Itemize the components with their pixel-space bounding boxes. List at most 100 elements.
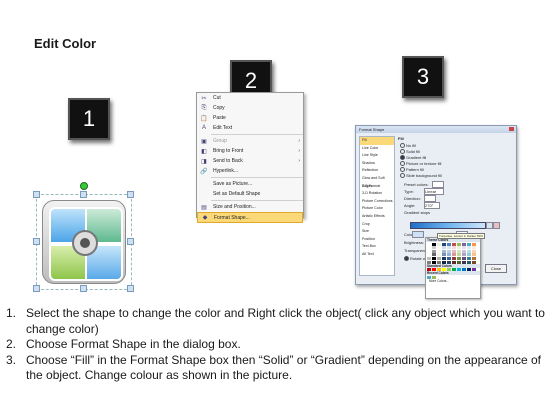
category-item[interactable]: Fill (360, 137, 394, 145)
color-swatch[interactable] (461, 242, 467, 246)
color-swatch[interactable] (466, 246, 472, 250)
color-swatch[interactable] (461, 249, 467, 253)
color-swatch[interactable] (461, 256, 467, 260)
fill-option[interactable]: Solid fill (400, 149, 420, 155)
color-swatch[interactable] (456, 249, 462, 253)
color-swatch[interactable] (466, 260, 472, 264)
color-swatch[interactable] (451, 260, 457, 264)
radio-button[interactable] (400, 167, 405, 173)
rotation-handle[interactable] (80, 182, 88, 190)
color-swatch[interactable] (451, 253, 457, 257)
color-swatch[interactable] (436, 249, 442, 253)
preset-colors-dropdown[interactable] (432, 181, 444, 188)
color-swatch[interactable] (471, 268, 477, 272)
selected-shape-area[interactable] (33, 182, 134, 292)
category-item[interactable]: Text Box (360, 243, 394, 251)
direction-dropdown[interactable] (424, 195, 436, 202)
category-item[interactable]: 3-D Format (360, 183, 394, 191)
angle-input[interactable]: 270° (424, 202, 440, 209)
resize-handle-t[interactable] (80, 191, 87, 198)
color-swatch[interactable] (451, 246, 457, 250)
category-item[interactable]: Artistic Effects (360, 213, 394, 221)
color-swatch[interactable] (461, 268, 467, 272)
color-swatch[interactable] (471, 260, 477, 264)
category-item[interactable]: Picture Color (360, 205, 394, 213)
menu-item[interactable]: Save as Picture... (197, 179, 303, 189)
resize-handle-r[interactable] (127, 238, 134, 245)
color-swatch[interactable] (471, 246, 477, 250)
color-swatch[interactable] (446, 253, 452, 257)
color-swatch[interactable] (427, 242, 432, 246)
color-swatch[interactable] (446, 256, 452, 260)
four-quadrant-shape[interactable] (42, 200, 126, 284)
color-swatch[interactable] (451, 242, 457, 246)
menu-item[interactable]: ⎘ Copy (197, 103, 303, 113)
resize-handle-tr[interactable] (127, 191, 134, 198)
fill-option[interactable]: Gradient fill (400, 155, 426, 161)
color-swatch[interactable] (456, 260, 462, 264)
category-item[interactable]: Position (360, 236, 394, 244)
menu-item[interactable]: 📋 Paste (197, 113, 303, 123)
color-swatch[interactable] (431, 253, 437, 257)
category-item[interactable]: Size (360, 228, 394, 236)
color-swatch[interactable] (446, 242, 452, 246)
category-item[interactable]: Reflection (360, 167, 394, 175)
category-item[interactable]: Alt Text (360, 251, 394, 259)
category-item[interactable]: Glow and Soft Edges (360, 175, 394, 188)
color-swatch[interactable] (446, 246, 452, 250)
color-swatch[interactable] (466, 268, 472, 272)
color-swatch[interactable] (427, 249, 432, 253)
category-item[interactable]: Crop (360, 221, 394, 229)
close-icon[interactable] (509, 127, 514, 131)
menu-item[interactable]: A Edit Text (197, 123, 303, 133)
color-swatch[interactable] (441, 246, 447, 250)
radio-button[interactable] (400, 161, 405, 167)
color-swatch[interactable] (441, 249, 447, 253)
category-item[interactable]: Line Style (360, 152, 394, 160)
color-swatch[interactable] (461, 260, 467, 264)
color-swatch[interactable] (471, 253, 477, 257)
color-swatch[interactable] (431, 242, 437, 246)
color-swatch[interactable] (441, 253, 447, 257)
color-swatch[interactable] (436, 246, 442, 250)
color-swatch[interactable] (471, 256, 477, 260)
color-swatch[interactable] (456, 246, 462, 250)
menu-item[interactable]: ◆ Format Shape... (197, 212, 303, 223)
color-swatch[interactable] (471, 242, 477, 246)
color-swatch[interactable] (456, 242, 462, 246)
radio-button[interactable] (400, 173, 405, 179)
color-swatch[interactable] (431, 256, 437, 260)
fill-option[interactable]: Picture or texture fill (400, 161, 441, 167)
color-swatch[interactable] (471, 249, 477, 253)
color-swatch[interactable] (451, 268, 457, 272)
color-swatch[interactable] (436, 253, 442, 257)
resize-handle-b[interactable] (80, 285, 87, 292)
color-swatch[interactable] (436, 256, 442, 260)
color-swatch[interactable] (456, 253, 462, 257)
resize-handle-tl[interactable] (33, 191, 40, 198)
category-item[interactable]: 3-D Rotation (360, 190, 394, 198)
category-item[interactable]: Shadow (360, 160, 394, 168)
color-swatch[interactable] (431, 246, 437, 250)
radio-button[interactable] (400, 155, 405, 161)
menu-item[interactable]: ▤ Size and Position... (197, 202, 303, 212)
color-swatch[interactable] (427, 253, 432, 257)
color-swatch[interactable] (466, 256, 472, 260)
color-swatch[interactable] (441, 256, 447, 260)
resize-handle-br[interactable] (127, 285, 134, 292)
color-swatch[interactable] (441, 242, 447, 246)
color-swatch[interactable] (461, 246, 467, 250)
fill-option[interactable]: Pattern fill (400, 167, 424, 173)
category-item[interactable]: Line Color (360, 145, 394, 153)
category-item[interactable]: Picture Corrections (360, 198, 394, 206)
color-dropdown[interactable] (412, 231, 424, 238)
gradient-stops-bar[interactable] (410, 222, 486, 229)
fill-option[interactable]: No fill (400, 143, 416, 149)
color-swatch[interactable] (461, 253, 467, 257)
type-select[interactable]: Linear (424, 188, 444, 195)
menu-item[interactable]: ✂ Cut (197, 93, 303, 103)
radio-button[interactable] (400, 143, 405, 149)
color-swatch[interactable] (451, 256, 457, 260)
resize-handle-l[interactable] (33, 238, 40, 245)
color-swatch[interactable] (466, 253, 472, 257)
